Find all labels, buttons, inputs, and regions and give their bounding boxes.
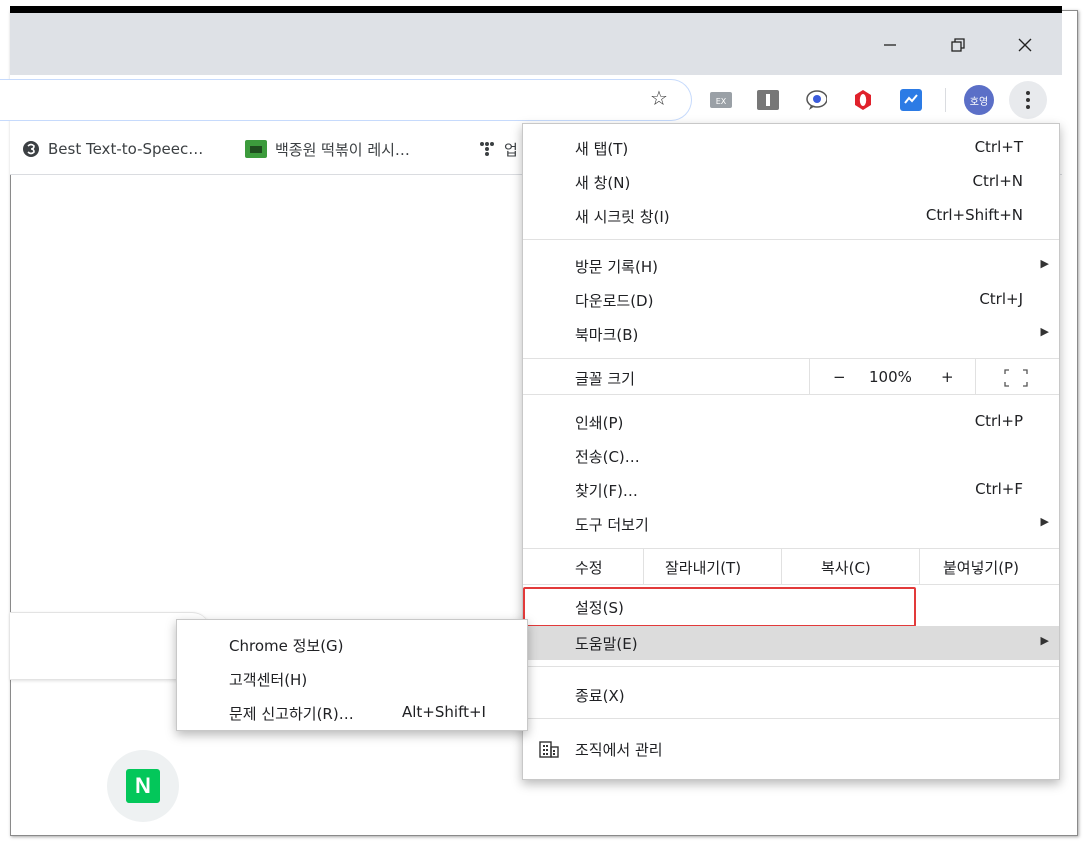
opera-icon[interactable] <box>852 89 874 111</box>
zoom-divider <box>809 359 810 394</box>
menu-item-zoom: 글꼴 크기 <box>575 370 635 388</box>
menu-item-new-window[interactable]: 새 창(N) Ctrl+N <box>523 165 1059 199</box>
bookmark-label: 업 <box>504 140 518 159</box>
check-icon[interactable] <box>900 89 922 111</box>
menu-item-exit[interactable]: 종료(X) <box>523 678 1059 712</box>
menu-separator <box>523 666 1059 667</box>
chevron-right-icon: ▶ <box>1040 515 1049 528</box>
speech-icon <box>23 141 39 157</box>
ex-icon[interactable]: EX <box>710 89 732 111</box>
bookmark-label: Best Text-to-Speec… <box>48 140 204 158</box>
help-submenu: Chrome 정보(G) 고객센터(H) 문제 신고하기(R)… Alt+Shi… <box>176 619 528 731</box>
svg-text:EX: EX <box>716 97 727 106</box>
chevron-right-icon: ▶ <box>1040 257 1049 270</box>
menu-item-bookmarks[interactable]: 북마크(B) ▶ <box>523 317 1059 351</box>
top-border <box>10 6 1062 13</box>
menu-separator <box>523 718 1059 719</box>
menu-separator <box>523 358 1059 359</box>
cut-button[interactable]: 잘라내기(T) <box>665 557 741 578</box>
settings-highlight-box <box>523 587 916 627</box>
restore-button[interactable] <box>938 31 978 59</box>
profile-label: 호영 <box>969 96 989 108</box>
menu-item-downloads[interactable]: 다운로드(D) Ctrl+J <box>523 283 1059 317</box>
dots-icon <box>480 142 494 156</box>
menu-item-help[interactable]: 도움말(E) ▶ <box>523 626 1059 660</box>
fullscreen-icon[interactable] <box>1004 369 1028 387</box>
toolbar: ☆ EX 호영 <box>0 75 1062 125</box>
edit-divider <box>919 548 920 584</box>
bookmark-label: 백종원 떡볶이 레시… <box>275 140 410 159</box>
menu-separator <box>523 239 1059 240</box>
edit-divider <box>781 548 782 584</box>
paste-button[interactable]: 붙여넣기(P) <box>943 557 1019 578</box>
menu-item-new-tab[interactable]: 새 탭(T) Ctrl+T <box>523 131 1059 165</box>
minimize-button[interactable] <box>870 31 910 59</box>
menu-item-incognito[interactable]: 새 시크릿 창(I) Ctrl+Shift+N <box>523 199 1059 233</box>
chevron-right-icon: ▶ <box>1040 325 1049 338</box>
menu-button[interactable] <box>1009 81 1047 119</box>
menu-separator <box>523 394 1059 395</box>
star-icon[interactable]: ☆ <box>650 88 668 108</box>
zoom-out-button[interactable]: − <box>833 368 846 386</box>
bookmark-item[interactable]: 업 <box>478 137 518 161</box>
zoom-divider <box>975 359 976 394</box>
menu-separator <box>523 584 1059 585</box>
kebab-icon <box>1026 91 1030 95</box>
instapaper-icon[interactable] <box>757 89 779 111</box>
close-button[interactable] <box>1005 31 1045 59</box>
chevron-right-icon: ▶ <box>1040 634 1049 647</box>
naver-shortcut[interactable]: N <box>107 750 179 822</box>
menu-item-history[interactable]: 방문 기록(H) ▶ <box>523 249 1059 283</box>
submenu-item-help-center[interactable]: 고객센터(H) <box>229 669 307 690</box>
menu-item-managed[interactable]: 조직에서 관리 <box>523 732 1059 766</box>
zoom-in-button[interactable]: + <box>941 368 954 386</box>
close-icon <box>1018 38 1032 52</box>
reader-icon[interactable] <box>805 89 827 111</box>
menu-separator <box>523 548 1059 549</box>
bookmark-item[interactable]: Best Text-to-Speec… <box>22 137 203 161</box>
restore-icon <box>951 38 965 52</box>
submenu-item-report[interactable]: 문제 신고하기(R)… Alt+Shift+I <box>177 696 527 730</box>
menu-item-more-tools[interactable]: 도구 더보기 ▶ <box>523 507 1059 541</box>
minimize-icon <box>884 44 896 46</box>
copy-button[interactable]: 복사(C) <box>821 557 871 578</box>
toolbar-divider <box>945 88 946 112</box>
submenu-item-about[interactable]: Chrome 정보(G) <box>229 635 344 656</box>
bookmark-item[interactable]: 백종원 떡볶이 레시… <box>245 137 410 161</box>
address-bar[interactable] <box>0 79 692 121</box>
zoom-value: 100% <box>869 368 912 386</box>
profile-avatar[interactable]: 호영 <box>964 85 994 115</box>
title-bar <box>10 13 1062 75</box>
menu-item-find[interactable]: 찾기(F)… Ctrl+F <box>523 473 1059 507</box>
naver-icon: N <box>126 769 160 803</box>
menu-item-cast[interactable]: 전송(C)… <box>523 439 1059 473</box>
chrome-menu: 새 탭(T) Ctrl+T 새 창(N) Ctrl+N 새 시크릿 창(I) C… <box>522 123 1060 780</box>
folder-icon <box>245 140 267 158</box>
edit-divider <box>643 548 644 584</box>
building-icon <box>539 741 559 758</box>
menu-item-print[interactable]: 인쇄(P) Ctrl+P <box>523 405 1059 439</box>
